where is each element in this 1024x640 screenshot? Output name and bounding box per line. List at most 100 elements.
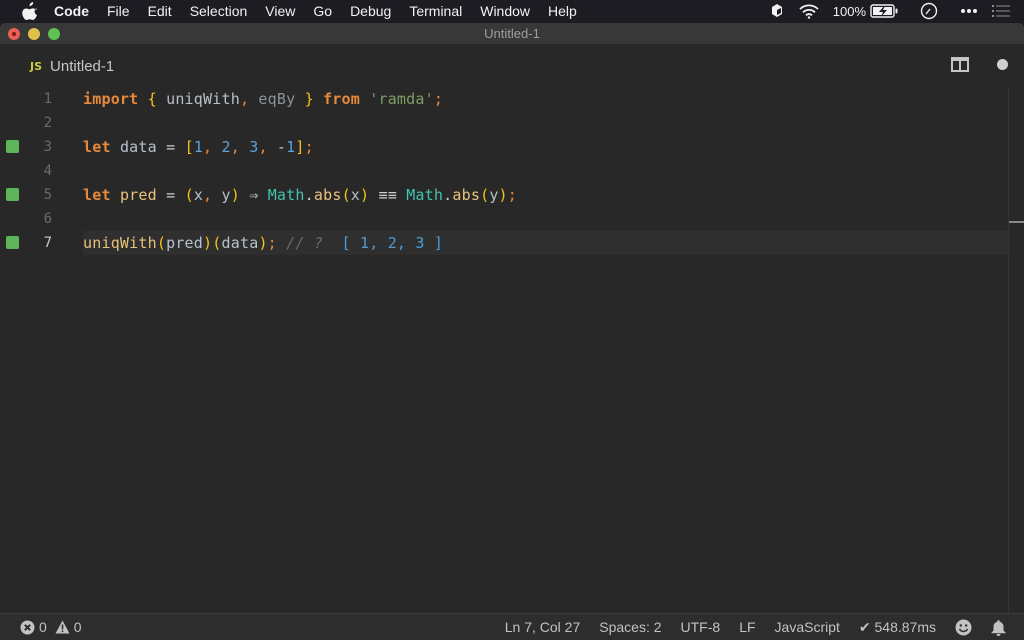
token-keyword: import — [83, 90, 139, 108]
token-method: abs — [313, 186, 342, 204]
line-number: 3 — [43, 139, 52, 155]
vscode-window: Untitled-1 JS Untitled-1 1 import { uniq… — [0, 23, 1024, 640]
code-line-2[interactable]: 2 — [0, 111, 1010, 135]
end-of-line-sequence[interactable]: LF — [739, 619, 755, 635]
window-title: Untitled-1 — [484, 26, 540, 41]
token-operator: = — [166, 186, 176, 204]
code-editor[interactable]: 1 import { uniqWith, eqBy } from 'ramda'… — [0, 87, 1024, 613]
line-number: 6 — [43, 211, 52, 227]
file-encoding[interactable]: UTF-8 — [681, 619, 721, 635]
coverage-marker-icon — [6, 140, 19, 153]
overview-ruler[interactable] — [1008, 87, 1024, 613]
split-editor-icon[interactable] — [951, 57, 969, 72]
menu-view[interactable]: View — [265, 0, 295, 22]
menu-selection[interactable]: Selection — [190, 0, 248, 22]
token-paren: ( — [156, 234, 167, 252]
battery-percent: 100% — [832, 3, 866, 19]
code-line-6[interactable]: 6 — [0, 207, 1010, 231]
line-number: 2 — [43, 115, 52, 131]
menu-file[interactable]: File — [107, 0, 130, 22]
notifications-bell-icon[interactable] — [991, 619, 1006, 636]
code-line-1[interactable]: 1 import { uniqWith, eqBy } from 'ramda'… — [0, 87, 1010, 111]
language-mode[interactable]: JavaScript — [775, 619, 840, 635]
indentation-setting[interactable]: Spaces: 2 — [599, 619, 661, 635]
token-semicolon: ; — [507, 186, 518, 204]
tab-label: Untitled-1 — [50, 57, 115, 75]
token-paren: ) — [258, 234, 268, 252]
token-comma: , — [258, 138, 268, 156]
code-text[interactable]: import { uniqWith, eqBy } from 'ramda'; — [83, 90, 443, 108]
menu-help[interactable]: Help — [548, 0, 577, 22]
token-paren: ( — [341, 186, 351, 204]
token-number: 2 — [221, 138, 231, 156]
code-text[interactable]: uniqWith(pred)(data); // ? [ 1, 2, 3 ] — [83, 234, 443, 252]
token-identifier: pred — [119, 186, 157, 204]
code-line-4[interactable]: 4 — [0, 159, 1010, 183]
coverage-marker-icon — [6, 236, 19, 249]
menu-window[interactable]: Window — [480, 0, 530, 22]
wifi-icon[interactable] — [799, 4, 819, 19]
dropbox-icon[interactable] — [769, 3, 785, 19]
token-comma: , — [203, 186, 213, 204]
menu-app-name[interactable]: Code — [54, 0, 89, 22]
token-paren: ( — [184, 186, 194, 204]
token-strict-equals: ≡≡ — [378, 186, 397, 204]
error-count: 0 — [39, 619, 47, 635]
javascript-file-icon: JS — [30, 59, 43, 73]
warning-icon — [55, 620, 70, 634]
token-comma: , — [230, 138, 240, 156]
token-comma: , — [239, 90, 250, 108]
menu-debug[interactable]: Debug — [350, 0, 391, 22]
token-class: Math — [267, 186, 305, 204]
status-items: Ln 7, Col 27 Spaces: 2 UTF-8 LF JavaScri… — [505, 614, 1024, 640]
token-semicolon: ; — [267, 234, 277, 252]
token-identifier: eqBy — [258, 90, 296, 108]
code-line-5[interactable]: 5 let pred = (x, y) ⇒ Math.abs(x) ≡≡ Mat… — [0, 183, 1010, 207]
token-bracket: [ — [184, 138, 194, 156]
token-class: Math — [406, 186, 444, 204]
code-text[interactable]: let data = [1, 2, 3, -1]; — [83, 138, 314, 156]
token-string: 'ramda' — [369, 90, 434, 108]
zoom-window-button[interactable] — [48, 28, 60, 40]
close-window-button[interactable] — [8, 28, 20, 40]
cursor-position[interactable]: Ln 7, Col 27 — [505, 619, 581, 635]
menu-edit[interactable]: Edit — [148, 0, 172, 22]
token-paren: ) — [360, 186, 370, 204]
token-function: uniqWith — [83, 234, 157, 252]
battery-indicator[interactable]: 100% — [833, 4, 898, 19]
token-paren: ) — [203, 234, 213, 252]
clock-icon[interactable] — [920, 2, 938, 20]
token-semicolon: ; — [433, 90, 444, 108]
token-identifier: uniqWith — [166, 90, 240, 108]
more-icon[interactable] — [960, 8, 978, 14]
tab-untitled-1[interactable]: JS Untitled-1 — [30, 45, 114, 87]
token-paren: ) — [498, 186, 508, 204]
feedback-smiley-icon[interactable] — [955, 619, 972, 636]
problems-indicator[interactable]: 0 0 — [20, 619, 90, 635]
editor-actions — [951, 57, 1008, 72]
quokka-timing[interactable]: ✔ 548.87ms — [859, 619, 936, 636]
token-dot: . — [443, 186, 453, 204]
token-param: x — [193, 186, 204, 204]
token-identifier: pred — [166, 234, 204, 252]
warning-count: 0 — [73, 619, 82, 635]
token-identifier: data — [221, 234, 259, 252]
notification-center-icon[interactable] — [992, 4, 1010, 18]
macos-menu-bar: Code File Edit Selection View Go Debug T… — [0, 0, 1024, 22]
token-comment: // ? — [286, 234, 324, 252]
minimize-window-button[interactable] — [28, 28, 40, 40]
battery-charging-icon — [870, 4, 898, 18]
token-param: x — [350, 186, 361, 204]
code-line-7[interactable]: 7 uniqWith(pred)(data); // ? [ 1, 2, 3 ] — [0, 231, 1010, 255]
menu-terminal[interactable]: Terminal — [409, 0, 462, 22]
code-line-3[interactable]: 3 let data = [1, 2, 3, -1]; — [0, 135, 1010, 159]
editor-tab-bar: JS Untitled-1 — [0, 45, 1024, 87]
unsaved-changes-dot-icon[interactable] — [997, 59, 1008, 70]
status-bar: 0 0 Ln 7, Col 27 Spaces: 2 UTF-8 LF Java… — [0, 613, 1024, 640]
code-text[interactable]: let pred = (x, y) ⇒ Math.abs(x) ≡≡ Math.… — [83, 186, 517, 204]
menu-go[interactable]: Go — [313, 0, 332, 22]
apple-logo-icon[interactable] — [20, 2, 40, 20]
coverage-marker-icon — [6, 188, 19, 201]
title-bar[interactable]: Untitled-1 — [0, 23, 1024, 45]
token-keyword: from — [323, 90, 360, 108]
